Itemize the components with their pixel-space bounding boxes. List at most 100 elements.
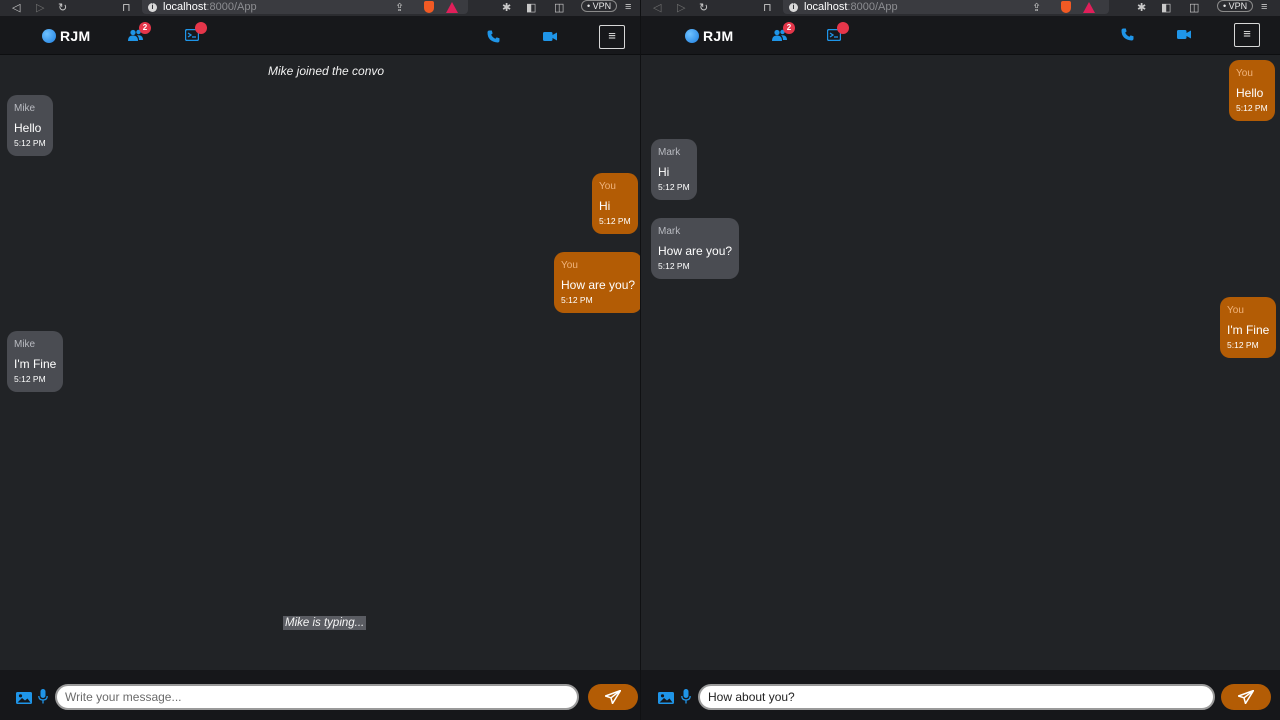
messages-icon[interactable] bbox=[185, 22, 207, 41]
image-upload-icon[interactable] bbox=[16, 691, 32, 709]
back-icon[interactable]: ◁ bbox=[653, 1, 661, 14]
forward-icon[interactable]: ▷ bbox=[677, 1, 685, 14]
message-sender: You bbox=[1236, 68, 1253, 79]
site-info-icon[interactable]: i bbox=[148, 2, 157, 12]
message-bubble: You Hi 5:12 PM bbox=[592, 173, 638, 234]
sidebar-icon[interactable]: ◧ bbox=[526, 1, 536, 14]
browser-menu-icon[interactable]: ≡ bbox=[1261, 1, 1267, 13]
menu-button[interactable]: ≡ bbox=[1234, 23, 1260, 47]
message-bubble: Mark Hi 5:12 PM bbox=[651, 139, 697, 200]
url-path: :8000/App bbox=[847, 1, 898, 13]
message-text: I'm Fine bbox=[1227, 323, 1270, 337]
message-bubble: Mike I'm Fine 5:12 PM bbox=[7, 331, 64, 392]
microphone-icon[interactable] bbox=[681, 689, 691, 709]
wallet-icon[interactable]: ◫ bbox=[554, 1, 564, 14]
share-icon[interactable]: ⇪ bbox=[1032, 1, 1041, 14]
extensions-icon[interactable]: ✱ bbox=[1137, 1, 1146, 14]
message-sender: Mike bbox=[14, 339, 36, 350]
reload-icon[interactable]: ↻ bbox=[58, 1, 67, 14]
video-call-icon[interactable] bbox=[543, 32, 557, 41]
message-bubble: You I'm Fine 5:12 PM bbox=[1220, 297, 1277, 358]
message-text: How are you? bbox=[561, 278, 636, 292]
address-bar[interactable]: i localhost:8000/App bbox=[142, 0, 468, 14]
message-time: 5:12 PM bbox=[658, 182, 690, 192]
video-call-icon[interactable] bbox=[1177, 30, 1191, 39]
send-icon bbox=[1238, 690, 1254, 704]
send-button[interactable] bbox=[1221, 684, 1271, 710]
brave-rewards-icon[interactable] bbox=[446, 2, 458, 13]
message-text: Hello bbox=[14, 121, 42, 135]
share-icon[interactable]: ⇪ bbox=[395, 1, 404, 14]
message-text: Hi bbox=[599, 199, 611, 213]
friends-badge: 2 bbox=[139, 22, 151, 34]
globe-icon bbox=[42, 29, 56, 43]
message-sender: Mark bbox=[658, 226, 681, 237]
message-sender: Mike bbox=[14, 103, 36, 114]
app-header: RJM 2 ≡ bbox=[0, 16, 640, 55]
vpn-button[interactable]: • VPN bbox=[1217, 0, 1254, 12]
right-chat-window: ◁ ▷ ↻ ⊓ i localhost:8000/App ⇪ ✱ ◧ ◫ • V… bbox=[641, 0, 1280, 720]
message-time: 5:12 PM bbox=[658, 261, 690, 271]
brand-name: RJM bbox=[703, 28, 734, 44]
send-icon bbox=[605, 690, 621, 704]
brave-rewards-icon[interactable] bbox=[1083, 2, 1095, 13]
message-input[interactable] bbox=[55, 684, 579, 710]
message-input[interactable] bbox=[698, 684, 1215, 710]
typing-indicator: Mike is typing... bbox=[283, 616, 367, 630]
image-upload-icon[interactable] bbox=[658, 691, 674, 709]
wallet-icon[interactable]: ◫ bbox=[1189, 1, 1199, 14]
friends-icon[interactable]: 2 bbox=[128, 22, 151, 41]
site-info-icon[interactable]: i bbox=[789, 2, 798, 12]
message-sender: You bbox=[1227, 305, 1244, 316]
browser-toolbar: ◁ ▷ ↻ ⊓ i localhost:8000/App ⇪ ✱ ◧ ◫ • V… bbox=[0, 0, 640, 16]
message-time: 5:12 PM bbox=[599, 216, 631, 226]
message-time: 5:12 PM bbox=[1227, 340, 1259, 350]
menu-button[interactable]: ≡ bbox=[599, 25, 625, 49]
extensions-icon[interactable]: ✱ bbox=[502, 1, 511, 14]
globe-icon bbox=[685, 29, 699, 43]
message-bubble: You Hello 5:12 PM bbox=[1229, 60, 1275, 121]
message-bubble: You How are you? 5:12 PM bbox=[554, 252, 640, 313]
left-chat-window: ◁ ▷ ↻ ⊓ i localhost:8000/App ⇪ ✱ ◧ ◫ • V… bbox=[0, 0, 641, 720]
message-text: How are you? bbox=[658, 244, 733, 258]
bookmark-icon[interactable]: ⊓ bbox=[763, 1, 772, 14]
send-button[interactable] bbox=[588, 684, 638, 710]
message-composer bbox=[0, 670, 640, 720]
bookmark-icon[interactable]: ⊓ bbox=[122, 1, 131, 14]
url-host: localhost bbox=[804, 1, 848, 13]
message-bubble: Mark How are you? 5:12 PM bbox=[651, 218, 740, 279]
app-header: RJM 2 ≡ bbox=[641, 16, 1280, 55]
phone-call-icon[interactable] bbox=[1121, 28, 1134, 41]
brave-shield-icon[interactable] bbox=[1061, 1, 1071, 13]
message-bubble: Mike Hello 5:12 PM bbox=[7, 95, 53, 156]
forward-icon[interactable]: ▷ bbox=[36, 1, 44, 14]
friends-icon[interactable]: 2 bbox=[772, 22, 795, 41]
url-path: :8000/App bbox=[206, 1, 257, 13]
messages-icon[interactable] bbox=[827, 22, 849, 41]
message-time: 5:12 PM bbox=[14, 374, 46, 384]
message-text: Hello bbox=[1236, 86, 1264, 100]
browser-toolbar: ◁ ▷ ↻ ⊓ i localhost:8000/App ⇪ ✱ ◧ ◫ • V… bbox=[641, 0, 1280, 16]
back-icon[interactable]: ◁ bbox=[12, 1, 20, 14]
message-composer bbox=[641, 670, 1280, 720]
message-text: Hi bbox=[658, 165, 670, 179]
browser-menu-icon[interactable]: ≡ bbox=[625, 1, 631, 13]
vpn-button[interactable]: • VPN bbox=[581, 0, 618, 12]
brand-name: RJM bbox=[60, 28, 91, 44]
brand[interactable]: RJM bbox=[685, 28, 733, 44]
message-time: 5:12 PM bbox=[1236, 103, 1268, 113]
sidebar-icon[interactable]: ◧ bbox=[1161, 1, 1171, 14]
message-sender: You bbox=[599, 181, 616, 192]
friends-badge: 2 bbox=[783, 22, 795, 34]
message-time: 5:12 PM bbox=[561, 295, 593, 305]
reload-icon[interactable]: ↻ bbox=[699, 1, 708, 14]
brand[interactable]: RJM bbox=[42, 28, 90, 44]
brave-shield-icon[interactable] bbox=[424, 1, 434, 13]
screen: ◁ ▷ ↻ ⊓ i localhost:8000/App ⇪ ✱ ◧ ◫ • V… bbox=[0, 0, 1280, 720]
microphone-icon[interactable] bbox=[38, 689, 48, 709]
message-sender: Mark bbox=[658, 147, 681, 158]
message-text: I'm Fine bbox=[14, 357, 57, 371]
phone-call-icon[interactable] bbox=[487, 30, 500, 43]
messages-badge bbox=[837, 22, 849, 34]
messages-badge bbox=[195, 22, 207, 34]
